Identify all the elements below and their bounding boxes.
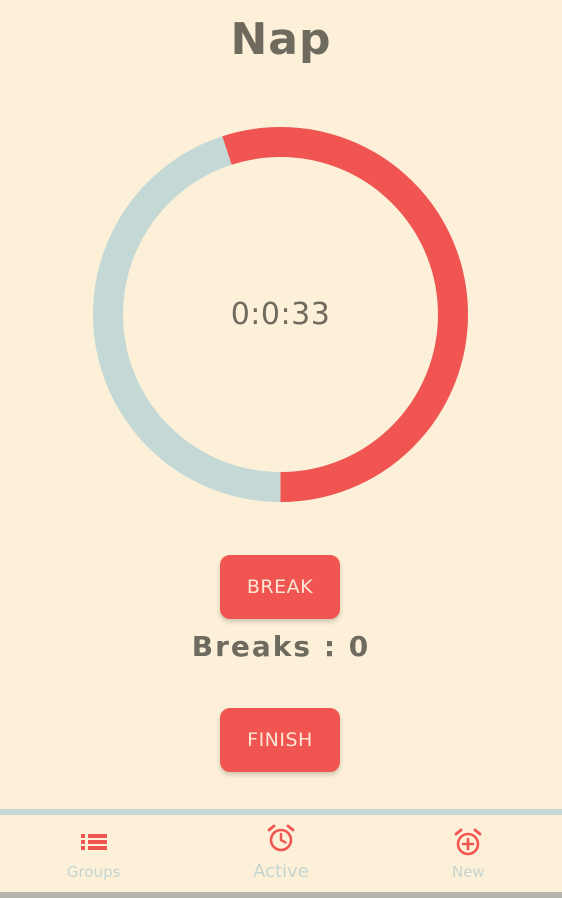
active-timer-screen: Nap 0:0:33 BREAK Breaks : 0 FINISH Group… [0, 0, 562, 898]
break-button[interactable]: BREAK [220, 555, 340, 619]
page-title: Nap [230, 14, 332, 65]
finish-button[interactable]: FINISH [220, 708, 340, 772]
bottom-nav: Groups Active New [0, 815, 562, 892]
alarm-clock-icon [267, 824, 295, 852]
breaks-counter: Breaks : 0 [191, 630, 371, 663]
nav-label-new: New [451, 863, 485, 881]
alarm-add-icon [454, 828, 482, 856]
timer-display: 0:0:33 [230, 297, 331, 332]
timer-ring: 0:0:33 [93, 127, 468, 502]
system-bar-strip [0, 892, 562, 898]
nav-label-groups: Groups [66, 863, 121, 881]
nav-item-active[interactable]: Active [187, 815, 374, 892]
list-icon [80, 834, 107, 850]
nav-item-groups[interactable]: Groups [0, 815, 187, 892]
nav-label-active: Active [253, 861, 309, 882]
nav-item-new[interactable]: New [375, 815, 562, 892]
